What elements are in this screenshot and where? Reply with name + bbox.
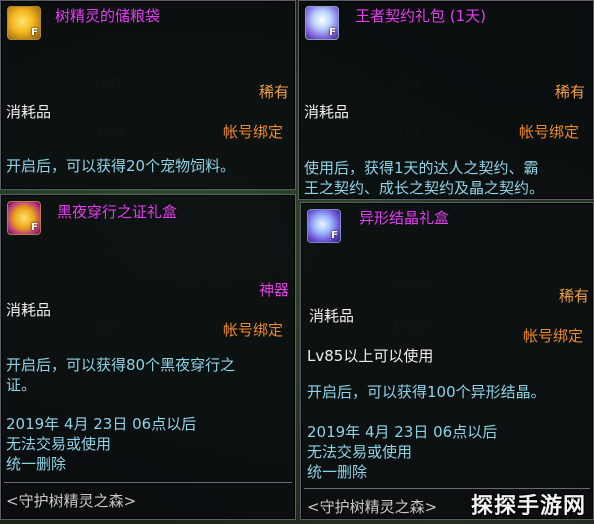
- divider: [4, 482, 292, 483]
- item-title: 树精灵的储粮袋: [55, 7, 161, 25]
- night-certificate-gift-box-icon: F: [7, 201, 41, 235]
- rarity-label: 稀有: [555, 83, 586, 101]
- contract-gift-pack-icon: F: [305, 6, 339, 40]
- bind-status: 帐号绑定: [223, 321, 284, 339]
- item-source: <守护树精灵之森>: [307, 498, 438, 516]
- level-requirement: Lv85以上可以使用: [307, 347, 434, 365]
- item-type: 消耗品: [304, 103, 350, 121]
- item-description: 开启后，可以获得20个宠物饲料。: [6, 157, 236, 175]
- item-tooltip-night-certificate-box: F 黑夜穿行之证礼盒 神器 消耗品 帐号绑定 开启后，可以获得80个黑夜穿行之 …: [0, 194, 296, 520]
- alien-crystal-gift-box-icon: F: [307, 209, 341, 243]
- bind-status: 帐号绑定: [223, 123, 284, 141]
- item-title: 黑夜穿行之证礼盒: [57, 203, 178, 221]
- item-tooltip-alien-crystal-box: F 异形结晶礼盒 稀有 消耗品 帐号绑定 Lv85以上可以使用 开启后，可以获得…: [300, 202, 594, 520]
- delete-notice: 统一删除: [6, 455, 67, 473]
- item-tooltip-contract-pack: F 王者契约礼包 (1天) 稀有 消耗品 帐号绑定 使用后，获得1天的达人之契约…: [298, 0, 594, 200]
- item-title: 王者契约礼包 (1天): [355, 7, 487, 25]
- trade-restriction: 无法交易或使用: [6, 435, 112, 453]
- trade-restriction: 无法交易或使用: [307, 443, 413, 461]
- expiry-date: 2019年 4月 23日 06点以后: [6, 415, 197, 433]
- item-title: 异形结晶礼盒: [359, 209, 450, 227]
- item-type: 消耗品: [6, 301, 52, 319]
- item-description: 开启后，可以获得100个异形结晶。: [307, 383, 546, 401]
- pet-food-bag-icon: F: [7, 6, 41, 40]
- site-watermark: 探探手游网: [470, 494, 586, 519]
- item-description: 使用后，获得1天的达人之契约、霸 王之契约、成长之契约及晶之契约。: [304, 159, 545, 197]
- rarity-label: 神器: [259, 281, 290, 299]
- expiry-date: 2019年 4月 23日 06点以后: [307, 423, 498, 441]
- rarity-label: 稀有: [259, 83, 290, 101]
- bind-status: 帐号绑定: [519, 123, 580, 141]
- item-source: <守护树精灵之森>: [6, 492, 137, 510]
- bind-status: 帐号绑定: [523, 327, 584, 345]
- rarity-label: 稀有: [559, 287, 590, 305]
- item-tooltip-storage-bag: F 树精灵的储粮袋 稀有 消耗品 帐号绑定 开启后，可以获得20个宠物饲料。: [0, 0, 296, 190]
- item-type: 消耗品: [309, 307, 355, 325]
- item-type: 消耗品: [6, 103, 52, 121]
- item-description: 开启后，可以获得80个黑夜穿行之 证。: [6, 356, 236, 394]
- delete-notice: 统一删除: [307, 463, 368, 481]
